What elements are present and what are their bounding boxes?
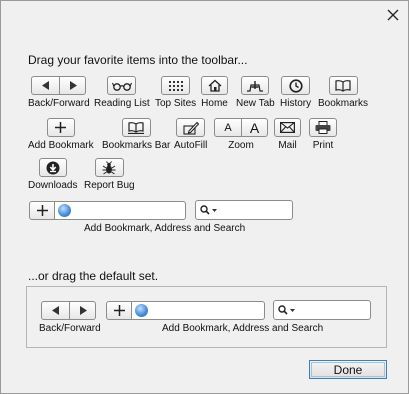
default-set-heading: ...or drag the default set.	[28, 269, 159, 283]
bookmarks-bar-label: Bookmarks Bar	[102, 140, 171, 151]
default-address-search	[106, 301, 265, 320]
history-label: History	[280, 98, 312, 109]
glasses-icon	[107, 76, 137, 95]
downloads-item[interactable]: Downloads	[28, 158, 77, 191]
home-label: Home	[201, 98, 228, 109]
new-tab-item[interactable]: New Tab	[236, 76, 275, 109]
forward-arrow-icon	[59, 76, 87, 95]
history-item[interactable]: History	[280, 76, 311, 109]
bookmarks-item[interactable]: Bookmarks	[318, 76, 368, 109]
address-search-label: Add Bookmark, Address and Search	[84, 223, 246, 234]
bookmarks-label: Bookmarks	[318, 98, 369, 109]
zoom-in-button[interactable]: A	[241, 118, 268, 137]
magnifier-icon	[200, 205, 217, 215]
default-back-arrow-icon	[41, 301, 69, 320]
back-arrow-icon	[31, 76, 60, 95]
top-sites-item[interactable]: Top Sites	[155, 76, 196, 109]
zoom-item[interactable]: A A Zoom	[214, 118, 268, 151]
download-icon	[38, 158, 67, 177]
envelope-icon	[274, 118, 301, 137]
add-bookmark-item[interactable]: Add Bookmark	[28, 118, 94, 151]
top-sites-label: Top Sites	[155, 98, 197, 109]
back-forward-item[interactable]: Back/Forward	[28, 76, 90, 109]
default-forward-arrow-icon	[69, 301, 96, 320]
address-search-item[interactable]	[29, 201, 186, 220]
default-address-search-label: Add Bookmark, Address and Search	[162, 323, 324, 334]
zoom-out-button[interactable]: A	[214, 118, 241, 137]
zoom-in-glyph: A	[249, 119, 260, 136]
address-field	[55, 201, 186, 220]
done-button[interactable]: Done	[309, 360, 387, 379]
mail-label: Mail	[278, 140, 297, 151]
default-search-field	[273, 300, 371, 320]
new-tab-label: New Tab	[236, 98, 275, 109]
pencil-icon	[176, 118, 206, 137]
default-back-forward-label: Back/Forward	[39, 323, 101, 334]
autofill-label: AutoFill	[174, 140, 208, 151]
default-magnifier-icon	[278, 305, 295, 315]
printer-icon	[309, 118, 337, 137]
print-item[interactable]: Print	[309, 118, 337, 151]
new-tab-icon	[241, 76, 270, 95]
default-plus-icon	[106, 301, 132, 320]
home-item[interactable]: Home	[201, 76, 228, 109]
default-back-forward	[41, 301, 96, 320]
globe-icon	[58, 204, 71, 217]
bookmarks-bar-item[interactable]: Bookmarks Bar	[102, 118, 170, 151]
zoom-out-glyph: A	[224, 121, 232, 134]
default-set-group[interactable]: Back/Forward Add Bookmark, Address and S…	[26, 286, 387, 348]
bookmarks-bar-icon	[121, 118, 151, 137]
close-icon[interactable]	[385, 7, 401, 23]
mail-item[interactable]: Mail	[274, 118, 301, 151]
add-bookmark-label: Add Bookmark	[28, 140, 94, 151]
autofill-item[interactable]: AutoFill	[174, 118, 207, 151]
report-bug-label: Report Bug	[84, 180, 135, 191]
downloads-label: Downloads	[28, 180, 78, 191]
palette-heading: Drag your favorite items into the toolba…	[28, 53, 248, 67]
book-icon	[328, 76, 358, 95]
grid-icon	[161, 76, 191, 95]
search-field	[195, 200, 293, 220]
back-forward-label: Back/Forward	[28, 98, 90, 109]
default-globe-icon	[135, 304, 148, 317]
clock-icon	[281, 76, 311, 95]
zoom-label: Zoom	[228, 140, 254, 151]
reading-list-item[interactable]: Reading List	[94, 76, 150, 109]
report-bug-item[interactable]: Report Bug	[84, 158, 135, 191]
add-bookmark-plus-icon	[29, 201, 55, 220]
print-label: Print	[312, 140, 334, 151]
house-icon	[201, 76, 228, 95]
reading-list-label: Reading List	[94, 98, 150, 109]
bug-icon	[94, 158, 124, 177]
customize-toolbar-dialog: Drag your favorite items into the toolba…	[0, 0, 409, 394]
plus-icon	[46, 118, 75, 137]
default-address-field	[132, 301, 265, 320]
